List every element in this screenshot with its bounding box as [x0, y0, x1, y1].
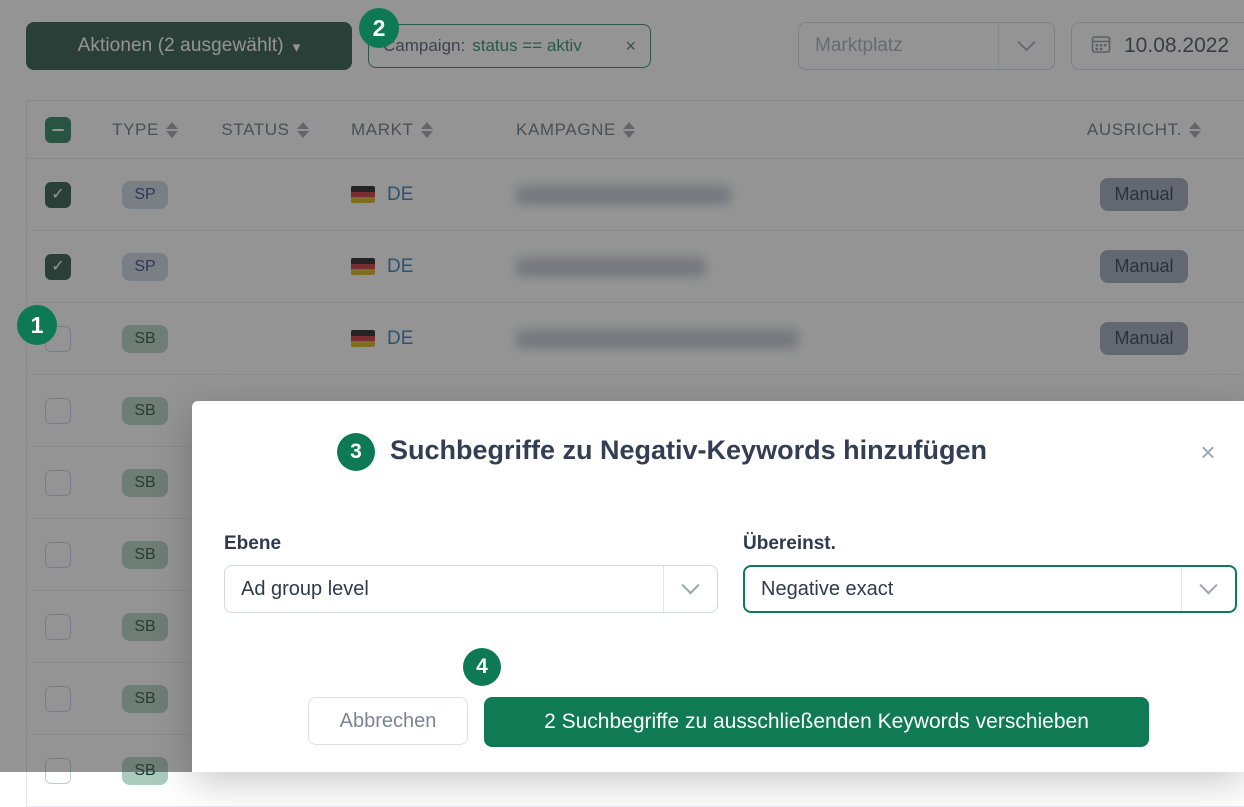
step-badge-2: 2: [359, 8, 399, 48]
close-icon[interactable]: ×: [1193, 437, 1223, 467]
step-badge-1: 1: [17, 305, 57, 345]
level-field: Ebene Ad group level: [224, 533, 718, 613]
match-type-field-label: Übereinst.: [743, 533, 1237, 555]
level-select-value: Ad group level: [225, 578, 663, 601]
level-select[interactable]: Ad group level: [224, 565, 718, 613]
level-field-label: Ebene: [224, 533, 718, 555]
dialog-title: Suchbegriffe zu Negativ-Keywords hinzufü…: [390, 435, 987, 466]
match-type-field: Übereinst. Negative exact: [743, 533, 1237, 613]
chevron-down-icon: [663, 566, 717, 612]
cancel-button[interactable]: Abbrechen: [308, 697, 468, 745]
match-type-select[interactable]: Negative exact: [743, 565, 1237, 613]
chevron-down-icon: [1181, 567, 1235, 611]
match-type-select-value: Negative exact: [745, 578, 1181, 601]
step-badge-3: 3: [337, 433, 375, 471]
move-to-negative-keywords-button[interactable]: 2 Suchbegriffe zu ausschließenden Keywor…: [484, 697, 1149, 747]
step-badge-4: 4: [463, 648, 501, 686]
